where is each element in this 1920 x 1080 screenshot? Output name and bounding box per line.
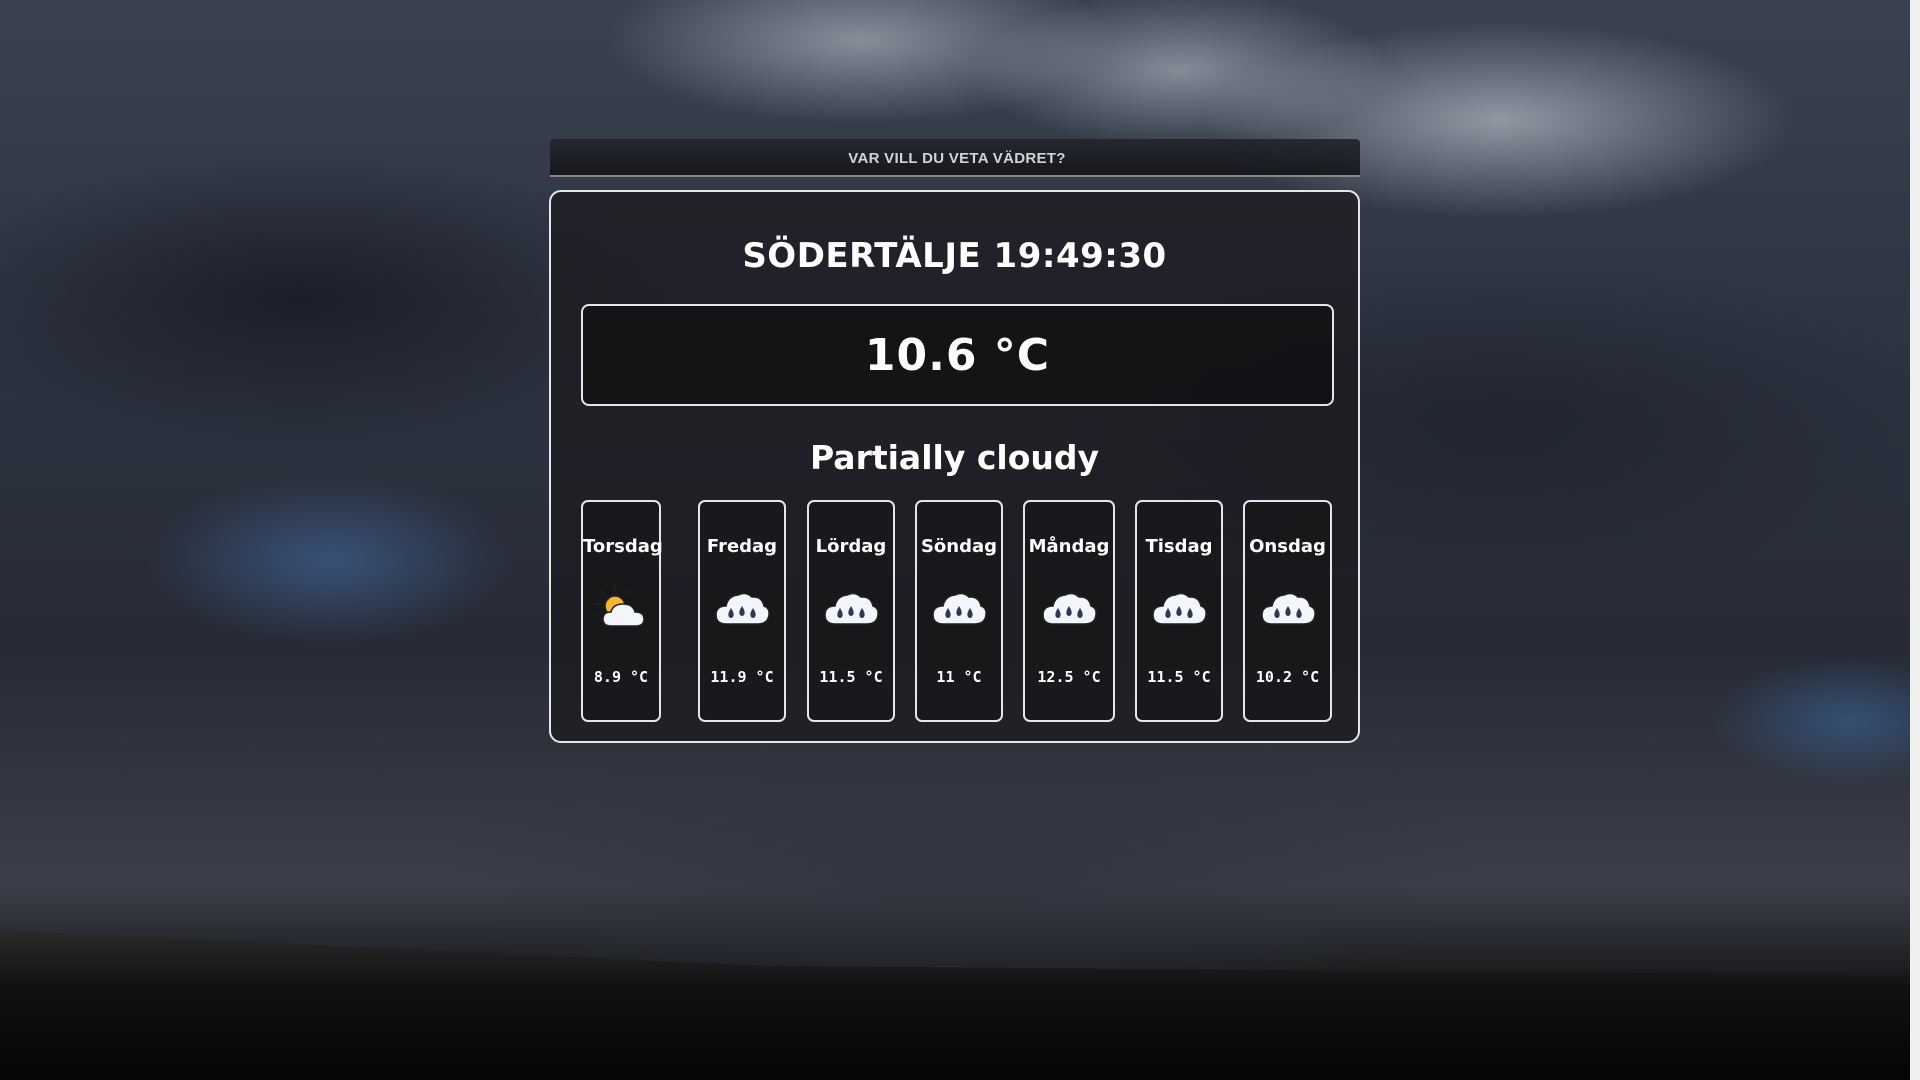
forecast-day-temp: 11.5 °C bbox=[819, 668, 883, 686]
forecast-day-temp: 12.5 °C bbox=[1037, 668, 1101, 686]
rain-cloud-icon bbox=[1152, 592, 1207, 625]
rain-cloud-icon bbox=[1042, 592, 1097, 625]
forecast-day-6: Onsdag 10.2 °C bbox=[1243, 500, 1332, 722]
rain-cloud-icon bbox=[824, 592, 879, 625]
forecast-day-temp: 11.9 °C bbox=[710, 668, 774, 686]
page-scrollbar[interactable] bbox=[1910, 0, 1920, 1080]
location-search-input[interactable] bbox=[550, 139, 1364, 177]
forecast-day-name: Söndag bbox=[920, 536, 998, 557]
forecast-day-5: Tisdag 11.5 °C bbox=[1135, 500, 1223, 722]
forecast-row: Torsdag 8.9 °C Fredag 11.9 °C Lördag 11.… bbox=[551, 500, 1358, 722]
forecast-day-2: Lördag 11.5 °C bbox=[807, 500, 895, 722]
city-time-heading: SÖDERTÄLJE 19:49:30 bbox=[742, 236, 1167, 276]
rain-cloud-icon bbox=[1260, 592, 1316, 625]
forecast-day-temp: 8.9 °C bbox=[593, 668, 649, 686]
forecast-day-1: Fredag 11.9 °C bbox=[698, 500, 786, 722]
forecast-day-4: Måndag 12.5 °C bbox=[1023, 500, 1115, 722]
forecast-day-temp: 11.5 °C bbox=[1147, 668, 1211, 686]
forecast-day-name: Tisdag bbox=[1145, 536, 1213, 557]
forecast-day-temp: 10.2 °C bbox=[1255, 668, 1320, 686]
partly-cloudy-day-icon bbox=[593, 584, 645, 627]
rain-cloud-icon bbox=[932, 592, 987, 625]
forecast-day-temp: 11 °C bbox=[936, 668, 982, 686]
forecast-day-name: Torsdag bbox=[583, 536, 663, 557]
search-bar[interactable] bbox=[550, 139, 1364, 177]
forecast-day-name: Fredag bbox=[706, 536, 778, 557]
forecast-day-name: Lördag bbox=[815, 536, 887, 557]
rain-cloud-icon bbox=[715, 592, 770, 625]
forecast-day-name: Onsdag bbox=[1249, 536, 1326, 557]
current-temperature: 10.6 °C bbox=[864, 329, 1051, 381]
weather-card: SÖDERTÄLJE 19:49:30 10.6 °C Partially cl… bbox=[549, 190, 1360, 743]
current-temperature-box: 10.6 °C bbox=[581, 304, 1334, 406]
weather-condition: Partially cloudy bbox=[810, 438, 1099, 477]
background-horizon bbox=[0, 930, 1910, 1080]
forecast-day-name: Måndag bbox=[1028, 536, 1110, 557]
forecast-day-3: Söndag 11 °C bbox=[915, 500, 1003, 722]
forecast-day-0: Torsdag 8.9 °C bbox=[581, 500, 663, 722]
